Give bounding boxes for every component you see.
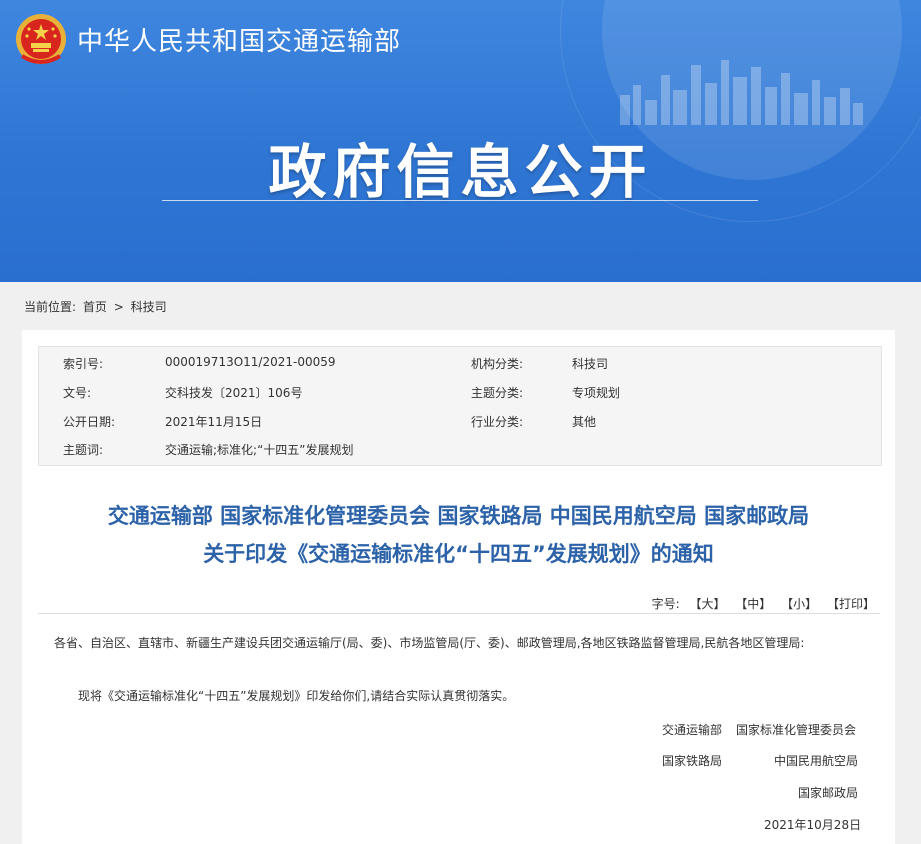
theme-value: 专项规划 [572,386,621,400]
date-label: 公开日期: [63,415,116,429]
date-value: 2021年11月15日 [165,415,263,429]
article-title-line-1: 交通运输部 国家标准化管理委员会 国家铁路局 中国民用航空局 国家邮政局 [107,504,810,528]
signature-date: 2021年10月28日 [764,818,862,832]
index-value: 000019713O11/2021-00059 [165,355,336,369]
banner-title: 政府信息公开 [268,138,653,206]
index-label: 索引号: [63,357,104,371]
addressee-paragraph: 各省、自治区、直辖市、新疆生产建设兵团交通运输厅(局、委)、市场监管局(厅、委)… [54,636,805,650]
document-metadata-table: 索引号: 000019713O11/2021-00059 机构分类: 科技司 文… [38,346,882,466]
keyword-value: 交通运输;标准化;“十四五”发展规划 [165,443,354,457]
industry-label: 行业分类: [471,415,524,429]
header-banner: 中华人民共和国交通运输部 政府信息公开 [0,0,921,282]
signer-civil-aviation-administration: 中国民用航空局 [774,754,859,768]
font-large-button[interactable]: 【大】 [689,597,725,611]
signer-standardization-administration: 国家标准化管理委员会 [736,723,857,737]
signer-state-post-bureau: 国家邮政局 [798,786,859,800]
breadcrumb-home-link[interactable]: 首页 [83,300,107,314]
font-small-button[interactable]: 【小】 [781,597,817,611]
national-emblem-icon[interactable] [14,12,68,66]
breadcrumb-separator: > [113,300,124,314]
breadcrumb-prefix: 当前位置: [24,300,77,314]
doc-number-value: 交科技发〔2021〕106号 [165,386,303,400]
theme-label: 主题分类: [471,386,524,400]
font-medium-button[interactable]: 【中】 [735,597,771,611]
org-value: 科技司 [572,357,609,371]
font-size-label: 字号: [651,597,680,611]
doc-number-label: 文号: [63,386,92,400]
city-skyline-graphic [620,60,863,125]
banner-divider [162,200,758,201]
article-title-line-2: 关于印发《交通运输标准化“十四五”发展规划》的通知 [203,542,714,566]
body-paragraph: 现将《交通运输标准化“十四五”发展规划》印发给你们,请结合实际认真贯彻落实。 [78,689,515,703]
industry-value: 其他 [572,415,597,429]
print-button[interactable]: 【打印】 [827,597,875,611]
signer-national-railway-administration: 国家铁路局 [662,754,723,768]
article-divider [38,613,880,614]
keyword-label: 主题词: [63,443,104,457]
breadcrumb-current-link[interactable]: 科技司 [131,300,167,314]
signer-ministry-of-transport: 交通运输部 [662,723,723,737]
org-label: 机构分类: [471,357,524,371]
content-panel: 索引号: 000019713O11/2021-00059 机构分类: 科技司 文… [22,330,895,844]
font-size-controls: 字号: 【大】 【中】 【小】 【打印】 [646,595,875,612]
site-name[interactable]: 中华人民共和国交通运输部 [77,21,401,58]
breadcrumb: 当前位置: 首页 > 科技司 [24,298,170,315]
